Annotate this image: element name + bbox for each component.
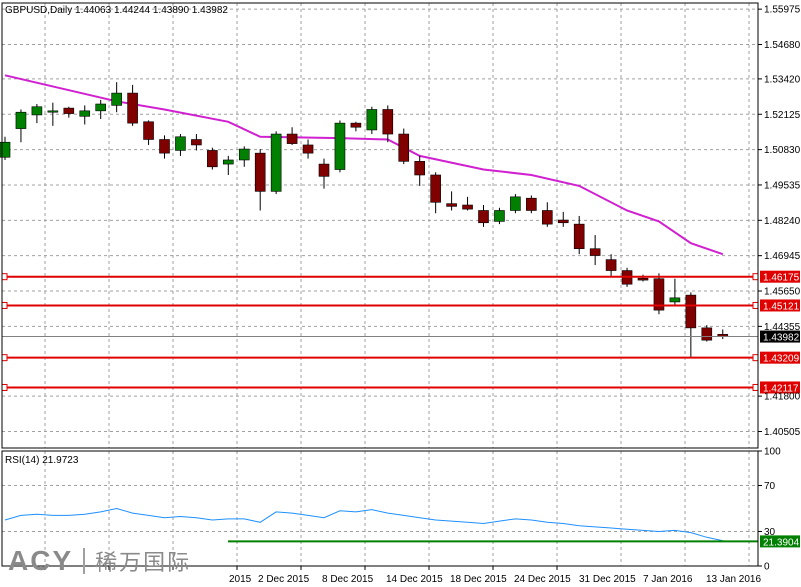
y-tick-label: 1.49535 (764, 180, 801, 191)
y-tick-label: 1.44355 (764, 322, 801, 333)
y-tick-label: 1.45650 (764, 287, 801, 298)
candle-body (270, 133, 282, 192)
y-tick-label: 1.41800 (764, 392, 801, 403)
candle-body (669, 297, 681, 303)
level-handle (1, 354, 8, 362)
candle-body (557, 219, 569, 224)
symbol-header: GBPUSD,Daily 1.44063 1.44244 1.43890 1.4… (5, 5, 228, 16)
candle-body (637, 277, 649, 281)
x-tick-label: 2 Dec 2015 (258, 574, 310, 585)
level-handle (1, 383, 8, 391)
y-tick-label: 1.54680 (764, 40, 801, 51)
candle-body (286, 133, 298, 144)
candle-body (541, 210, 553, 225)
candle-body (31, 106, 43, 116)
level-handle (752, 273, 759, 281)
candle-body (127, 92, 138, 124)
candle-body (15, 111, 27, 129)
current-price-label: 1.43982 (763, 333, 800, 344)
candle-body (350, 122, 362, 128)
level-handle (1, 273, 8, 281)
candle-body (605, 259, 617, 271)
candle-body (382, 109, 394, 135)
x-tick-label: 24 Dec 2015 (514, 574, 571, 585)
rsi-tick-label: 70 (764, 481, 776, 492)
rsi-level-label: 21.3904 (763, 537, 800, 548)
candle-body (159, 139, 170, 154)
main-panel-frame (1, 2, 759, 449)
x-tick-label: 7 Jan 2016 (643, 574, 693, 585)
candle-body (685, 294, 697, 329)
candle-body (191, 139, 202, 146)
axes: 1.55975 1.54680 1.53420 1.52125 1.50830 1.495… (1, 2, 801, 585)
rsi-header: RSI(14) 21.9723 (5, 455, 79, 466)
candle-body (701, 327, 713, 341)
level-handle (1, 301, 8, 309)
candle-body (526, 197, 537, 211)
y-tick-label: 1.48240 (764, 216, 801, 227)
grid-lines (2, 3, 758, 566)
candle-body (143, 121, 154, 140)
level-handle (752, 383, 759, 391)
x-tick-label: 18 Dec 2015 (450, 574, 507, 585)
candle-body (302, 144, 314, 154)
y-tick-label: 1.46945 (764, 251, 801, 262)
x-tick-label: 8 Dec 2015 (322, 574, 374, 585)
candle-body (223, 159, 234, 165)
candle-body (47, 110, 59, 113)
candle-body (414, 161, 426, 176)
x-tick-label: 13 Jan 2016 (706, 574, 761, 585)
candle-body (79, 110, 91, 117)
chart-root: 1.43982 1.46175 1.45121 1.43209 1.42117 100 7… (0, 0, 801, 587)
gbpusd-chart: 1.439821.461751.451211.432091.42117 1007… (0, 2, 801, 585)
level-handle (752, 301, 759, 309)
logo-chinese: 稀万国际 (95, 551, 192, 576)
candle-body (573, 223, 585, 250)
logo-brand: ACY (8, 545, 74, 576)
candle-body (334, 122, 346, 170)
rsi-tick-label: 0 (764, 562, 770, 573)
candle-body (95, 103, 106, 112)
logo-divider (83, 548, 86, 574)
candle-body (238, 148, 250, 161)
candle-body (63, 107, 75, 114)
y-tick-label: 1.52125 (764, 110, 801, 121)
candle-body (494, 210, 505, 222)
y-tick-label: 1.50830 (764, 145, 801, 156)
candle-body (207, 150, 218, 168)
y-tick-label: 1.40505 (764, 427, 801, 438)
candle-body (430, 174, 441, 203)
x-tick-label: 31 Dec 2015 (579, 574, 636, 585)
level-label: 1.46175 (763, 273, 800, 284)
candle-body (366, 109, 378, 131)
candle-body (589, 248, 601, 256)
x-tick-label: 14 Dec 2015 (386, 574, 443, 585)
candle-body (111, 92, 122, 106)
level-label: 1.45121 (763, 301, 800, 312)
candle-body (478, 210, 489, 224)
level-handle (752, 354, 759, 362)
rsi-line (4, 507, 723, 542)
candle-body (254, 152, 266, 192)
y-tick-label: 1.53420 (764, 74, 801, 85)
price-levels: 1.439821.461751.451211.432091.42117 (1, 270, 800, 394)
candle-body (462, 204, 473, 210)
candle-body (318, 163, 330, 177)
candle-body (510, 196, 521, 211)
rsi-tick-label: 100 (764, 447, 781, 458)
candle-body (398, 133, 410, 162)
level-label: 1.43209 (763, 354, 800, 365)
broker-logo: ACY 稀万国际 (8, 544, 191, 578)
y-tick-label: 1.55975 (764, 5, 801, 16)
candle-body (446, 203, 457, 207)
x-tick-label: 2015 (229, 574, 252, 585)
candle-body (175, 136, 186, 151)
